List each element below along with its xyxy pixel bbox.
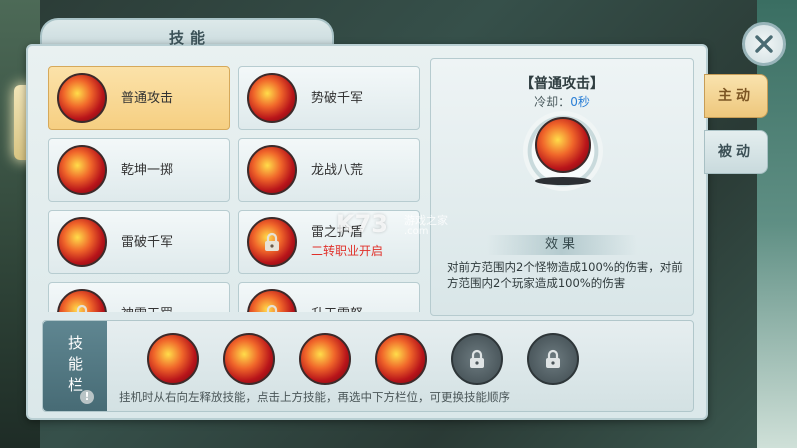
skill-bar: 技能栏 挂机时从右向左释放技能，点击上方技能，再选中下方栏位，可更换技能顺序	[42, 320, 694, 412]
lock-icon	[266, 304, 278, 312]
skill-icon	[247, 289, 297, 312]
skill-list[interactable]: 普通攻击 势破千军 乾坤一掷 龙战八荒 雷破千军 雷之护盾 二转职业开启	[42, 60, 420, 312]
watermark-logo: K73	[336, 210, 388, 238]
lock-icon	[546, 349, 560, 368]
skill-name: 龙战八荒	[311, 163, 364, 178]
skill-name: 乾坤一掷	[121, 163, 174, 178]
skill-item[interactable]: 普通攻击	[48, 66, 230, 130]
skill-item[interactable]: 势破千军	[238, 66, 420, 130]
detail-cooldown: 冷却：0秒	[431, 93, 693, 110]
skill-name: 神雷天罚	[121, 303, 173, 312]
skill-item[interactable]: 乾坤一掷	[48, 138, 230, 202]
lock-icon	[265, 232, 279, 251]
skill-item[interactable]: 雷之护盾 二转职业开启	[238, 210, 420, 274]
skill-detail-panel: 【普通攻击】 冷却：0秒 效果 对前方范围内2个怪物造成100%的伤害，对前方范…	[430, 58, 694, 316]
skill-name: 普通攻击	[121, 91, 174, 106]
skill-icon	[57, 217, 107, 267]
skill-bar-slot[interactable]	[223, 333, 275, 385]
tab-active-skills[interactable]: 主动	[704, 74, 768, 118]
lock-icon	[470, 349, 484, 368]
skill-icon	[57, 145, 107, 195]
skill-name: 雷破千军	[121, 235, 174, 250]
skill-name: 升天雷怒	[311, 303, 363, 312]
skill-item[interactable]: 雷破千军	[48, 210, 230, 274]
detail-skill-icon	[535, 117, 591, 173]
cooldown-value: 0秒	[570, 95, 590, 109]
skill-bar-slot[interactable]	[147, 333, 199, 385]
skill-icon	[57, 289, 107, 312]
skill-name: 势破千军	[311, 91, 364, 106]
skill-bar-slot[interactable]	[375, 333, 427, 385]
detail-skill-name: 【普通攻击】	[520, 76, 604, 92]
watermark-domain: .com	[404, 226, 429, 237]
effect-heading: 效果	[487, 235, 637, 255]
cooldown-label: 冷却：	[534, 95, 571, 109]
skill-bar-hint: 挂机时从右向左释放技能，点击上方技能，再选中下方栏位，可更换技能顺序	[119, 390, 510, 404]
lock-icon	[76, 304, 88, 312]
close-icon	[755, 35, 773, 53]
skill-icon	[247, 217, 297, 267]
detail-icon-stand	[535, 177, 591, 185]
effect-description: 对前方范围内2个怪物造成100%的伤害，对前方范围内2个玩家造成100%的伤害	[447, 260, 683, 290]
skill-bar-slot-locked[interactable]	[527, 333, 579, 385]
background-scenery-right	[757, 0, 797, 448]
skill-item[interactable]: 神雷天罚	[48, 282, 230, 312]
window-title: 技能	[168, 29, 211, 47]
skill-icon	[247, 73, 297, 123]
skill-bar-slot-locked[interactable]	[451, 333, 503, 385]
skill-unlock-hint: 二转职业开启	[311, 244, 384, 258]
skill-bar-slot[interactable]	[299, 333, 351, 385]
close-button[interactable]	[742, 22, 786, 66]
tab-passive-skills[interactable]: 被动	[704, 130, 768, 174]
skill-item[interactable]: 升天雷怒	[238, 282, 420, 312]
skill-item[interactable]: 龙战八荒	[238, 138, 420, 202]
skill-icon	[57, 73, 107, 123]
info-icon: !	[80, 390, 94, 404]
skill-icon	[247, 145, 297, 195]
skill-bar-label: 技能栏	[43, 321, 107, 411]
